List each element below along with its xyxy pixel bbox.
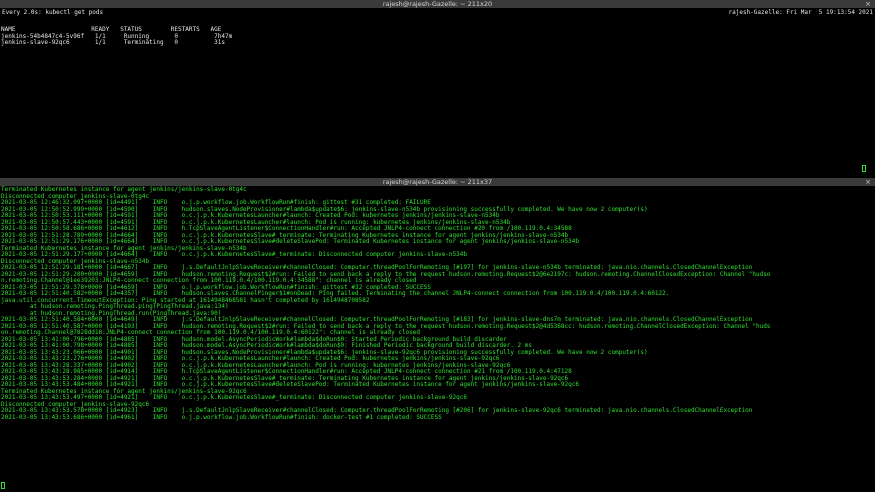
- jenkins-log: Terminated Kubernetes instance for agent…: [0, 186, 770, 421]
- bottom-window-titlebar[interactable]: rajesh@rajesh-Gazelle: ~ 211x37 ×: [0, 178, 875, 186]
- top-window-titlebar[interactable]: rajesh@rajesh-Gazelle: ~ 211x20 ×: [0, 0, 875, 8]
- pods-table-row: jenkins-slave-92qc6 1/1 Terminating 0 31…: [1, 39, 225, 46]
- terminal-cursor: [1, 482, 5, 489]
- terminal-cursor: [862, 165, 866, 172]
- close-icon[interactable]: ×: [865, 178, 871, 186]
- close-icon[interactable]: ×: [865, 0, 871, 8]
- bottom-terminal-pane[interactable]: Terminated Kubernetes instance for agent…: [0, 186, 875, 492]
- bottom-window-title: rajesh@rajesh-Gazelle: ~ 211x37: [382, 178, 493, 186]
- top-window-title: rajesh@rajesh-Gazelle: ~ 211x20: [382, 0, 493, 8]
- log-line: 2021-03-05 13:43:53.686+0000 [id=4961] I…: [1, 413, 442, 421]
- pods-table: NAME READY STATUS RESTARTS AGE jenkins-5…: [0, 26, 232, 47]
- top-terminal-pane[interactable]: Every 2.0s: kubectl get pods rajesh-Gaze…: [0, 8, 875, 176]
- watch-time: rajesh-Gazelle: Fri Mar 5 19:13:54 2021: [728, 9, 874, 16]
- watch-header: Every 2.0s: kubectl get pods: [2, 9, 104, 16]
